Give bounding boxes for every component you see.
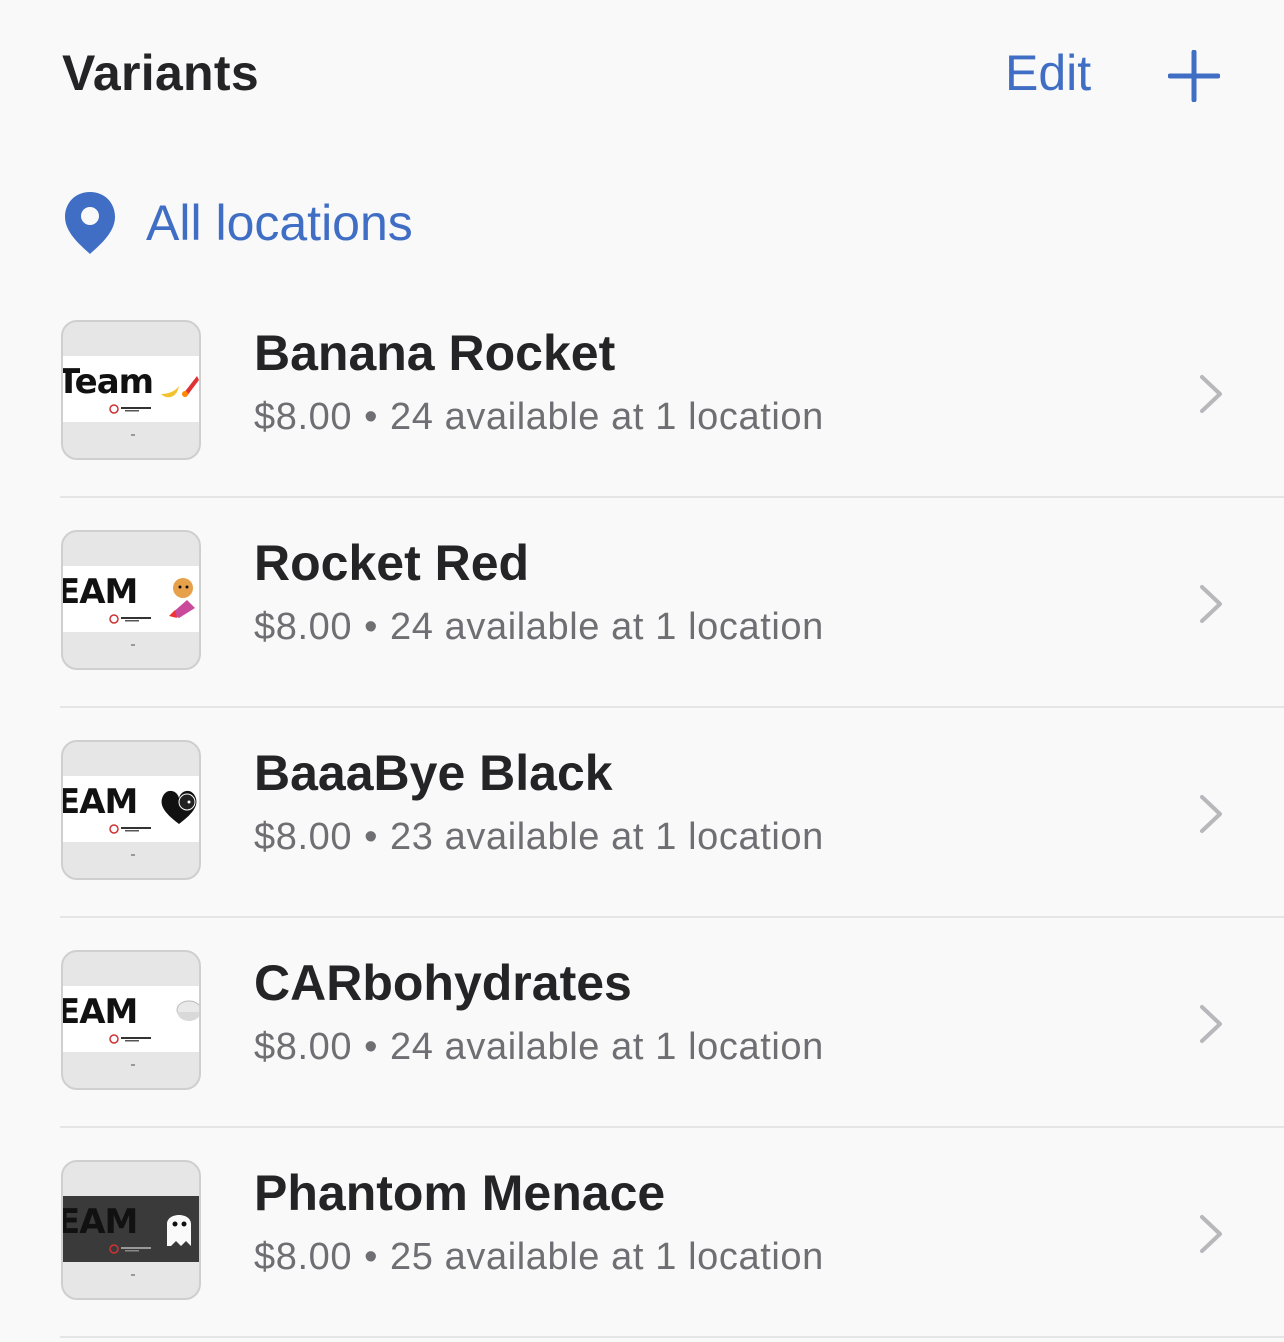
variant-price: $8.00 bbox=[254, 1236, 353, 1278]
banana-rocket-art bbox=[161, 376, 199, 398]
thumbnail-mark bbox=[131, 854, 135, 856]
variant-name: Banana Rocket bbox=[254, 325, 616, 381]
separator: • bbox=[364, 1026, 378, 1068]
logo-mark bbox=[109, 404, 151, 414]
variant-row-carbohydrates[interactable]: EAM CARbohydrates $8.00 • 24 available at … bbox=[0, 918, 1284, 1128]
separator: • bbox=[364, 1236, 378, 1278]
logo-mark bbox=[109, 614, 151, 624]
chevron-right-icon bbox=[1200, 795, 1222, 833]
thumbnail-mark bbox=[131, 1274, 135, 1276]
variant-row-rocket-red[interactable]: EAM Rocket Red $8.00 • 24 available at 1 l… bbox=[0, 498, 1284, 708]
location-filter[interactable]: All locations bbox=[62, 188, 662, 260]
location-filter-label: All locations bbox=[146, 195, 413, 251]
navigation-header: Variants Edit bbox=[0, 0, 1284, 150]
variant-row-baaabye-black[interactable]: EAM BaaaBye Black $8.00 • 23 available at … bbox=[0, 708, 1284, 918]
edit-button[interactable]: Edit bbox=[1005, 44, 1091, 102]
variant-availability: 24 available at 1 location bbox=[390, 396, 824, 438]
black-sheep-heart-art bbox=[161, 790, 197, 824]
row-divider bbox=[60, 1336, 1284, 1338]
variant-price: $8.00 bbox=[254, 816, 353, 858]
thumbnail-text: EAM bbox=[63, 782, 138, 822]
variant-price: $8.00 bbox=[254, 1026, 353, 1068]
separator: • bbox=[364, 606, 378, 648]
variant-name: Rocket Red bbox=[254, 535, 530, 591]
chevron-right-icon bbox=[1200, 1005, 1222, 1043]
chevron-right-icon bbox=[1200, 375, 1222, 413]
variant-details: $8.00 • 24 available at 1 location bbox=[254, 606, 824, 649]
variant-list: Team Banana Rocket $8.00 • 24 available at… bbox=[0, 288, 1284, 1338]
variant-price: $8.00 bbox=[254, 396, 353, 438]
variant-availability: 24 available at 1 location bbox=[390, 606, 824, 648]
logo-mark bbox=[109, 824, 151, 834]
add-variant-button[interactable] bbox=[1167, 49, 1221, 103]
variant-availability: 25 available at 1 location bbox=[390, 1236, 824, 1278]
variant-name: Phantom Menace bbox=[254, 1165, 666, 1221]
rice-bowl-art bbox=[176, 1000, 199, 1021]
thumbnail-text: EAM bbox=[63, 992, 138, 1032]
variant-name: CARbohydrates bbox=[254, 955, 632, 1011]
logo-mark bbox=[109, 1244, 151, 1254]
variant-details: $8.00 • 25 available at 1 location bbox=[254, 1236, 824, 1279]
thumbnail-mark bbox=[131, 1064, 135, 1066]
thumbnail-text: EAM bbox=[63, 572, 138, 612]
variant-thumbnail: EAM bbox=[61, 740, 201, 880]
variant-availability: 24 available at 1 location bbox=[390, 1026, 824, 1068]
variant-details: $8.00 • 23 available at 1 location bbox=[254, 816, 824, 859]
variant-price: $8.00 bbox=[254, 606, 353, 648]
variant-thumbnail: Team bbox=[61, 320, 201, 460]
variant-availability: 23 available at 1 location bbox=[390, 816, 824, 858]
separator: • bbox=[364, 396, 378, 438]
variant-thumbnail: EAM bbox=[61, 1160, 201, 1300]
map-pin-icon bbox=[65, 192, 115, 254]
variant-name: BaaaBye Black bbox=[254, 745, 613, 801]
variant-thumbnail: EAM bbox=[61, 530, 201, 670]
variant-thumbnail: EAM bbox=[61, 950, 201, 1090]
thumbnail-mark bbox=[131, 644, 135, 646]
thumbnail-mark bbox=[131, 434, 135, 436]
chevron-right-icon bbox=[1200, 585, 1222, 623]
variant-details: $8.00 • 24 available at 1 location bbox=[254, 396, 824, 439]
variant-row-banana-rocket[interactable]: Team Banana Rocket $8.00 • 24 available at… bbox=[0, 288, 1284, 498]
ghost-art bbox=[167, 1215, 191, 1246]
thumbnail-text: Team bbox=[63, 362, 154, 402]
variant-details: $8.00 • 24 available at 1 location bbox=[254, 1026, 824, 1069]
plus-icon bbox=[1167, 49, 1221, 103]
page-title: Variants bbox=[62, 45, 259, 101]
variant-row-phantom-menace[interactable]: EAM Phantom Menace $8.00 • 25 available at… bbox=[0, 1128, 1284, 1338]
logo-mark bbox=[109, 1034, 151, 1044]
thumbnail-text: EAM bbox=[63, 1202, 138, 1242]
chevron-right-icon bbox=[1200, 1215, 1222, 1253]
shiba-rocket-art bbox=[169, 578, 195, 618]
separator: • bbox=[364, 816, 378, 858]
